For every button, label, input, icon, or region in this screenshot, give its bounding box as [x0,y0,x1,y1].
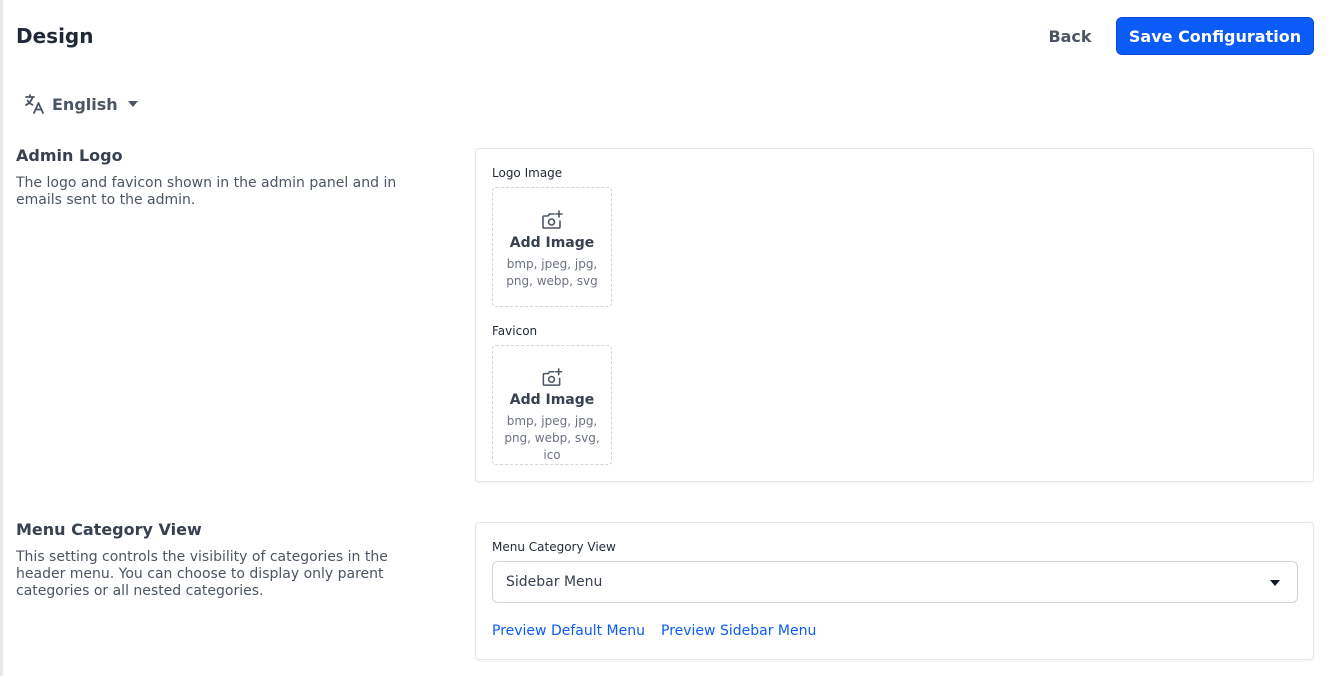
preview-default-menu-link[interactable]: Preview Default Menu [492,623,645,640]
favicon-upload[interactable]: Add Image bmp, jpeg, jpg, png, webp, svg… [492,345,612,465]
menu-category-selected-value: Sidebar Menu [506,574,603,590]
add-image-label: Add Image [509,392,595,408]
admin-logo-card: Logo Image Add Image bmp, jpeg, jpg, png… [475,148,1314,482]
menu-category-field-label: Menu Category View [492,540,616,554]
left-edge-border [0,0,3,676]
logo-image-label: Logo Image [492,166,563,180]
save-configuration-button[interactable]: Save Configuration [1116,17,1314,55]
logo-formats-text: bmp, jpeg, jpg, png, webp, svg [506,257,598,288]
menu-category-title: Menu Category View [16,520,202,539]
add-image-label: Add Image [509,235,595,251]
camera-plus-icon [542,210,563,229]
caret-down-icon [127,101,138,107]
camera-plus-icon [542,368,563,386]
admin-logo-title: Admin Logo [16,146,123,165]
favicon-label: Favicon [492,324,538,338]
back-button[interactable]: Back [1039,17,1101,55]
preview-sidebar-menu-link[interactable]: Preview Sidebar Menu [661,623,816,640]
language-switcher[interactable]: English [22,91,138,117]
page-title: Design [16,24,94,48]
caret-down-icon [1270,580,1280,586]
logo-image-upload[interactable]: Add Image bmp, jpeg, jpg, png, webp, svg [492,187,612,307]
menu-category-select[interactable]: Sidebar Menu [492,561,1298,603]
admin-logo-description: The logo and favicon shown in the admin … [16,175,397,208]
language-label: English [52,94,118,114]
menu-category-card: Menu Category View Sidebar Menu Preview … [475,522,1314,660]
favicon-formats-text: bmp, jpeg, jpg, png, webp, svg, ico [504,414,600,462]
translate-icon [25,94,44,114]
menu-category-description: This setting controls the visibility of … [16,549,388,599]
